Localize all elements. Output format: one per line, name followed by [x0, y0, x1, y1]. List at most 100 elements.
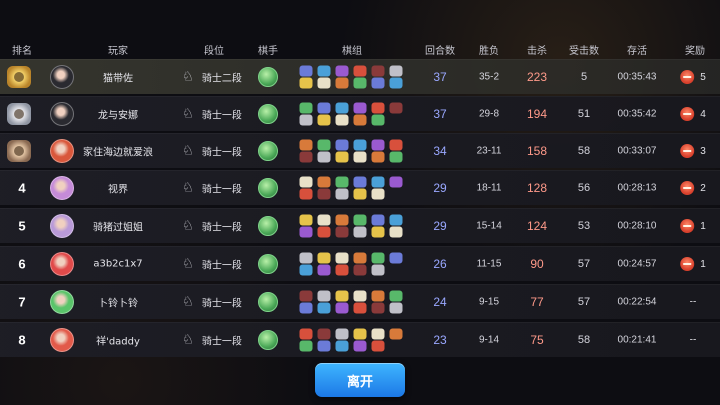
chess-piece-icon: [317, 302, 331, 314]
table-row[interactable]: 8 祥'daddy ♘ 骑士一段 23 9-14 75 58 00:21:41 …: [0, 322, 720, 357]
record-value: 11-15: [476, 258, 502, 270]
chess-piece-icon: [371, 102, 385, 114]
rounds-value: 26: [433, 257, 447, 271]
tier-label: 骑士一段: [201, 260, 242, 272]
player-name: a3b2c1x7: [93, 258, 143, 270]
player-name: 骑猪过姐姐: [93, 222, 143, 234]
chess-piece-icon: [371, 65, 385, 77]
reward-value: 4: [700, 108, 706, 120]
chess-piece-icon: [353, 214, 367, 226]
record-value: 29-8: [478, 108, 500, 120]
chess-piece-icon: [317, 340, 331, 352]
chess-piece-icon: [317, 151, 331, 163]
chess-piece-icon: [371, 290, 385, 302]
header-tier: 段位: [204, 46, 224, 57]
reward-value: 1: [700, 258, 706, 270]
chess-piece-icon: [299, 302, 313, 314]
player-name: 祥'daddy: [96, 336, 140, 348]
header-record: 胜负: [479, 46, 499, 57]
table-row[interactable]: 6 a3b2c1x7 ♘ 骑士一段 26 11-15 90 57 00:24:5…: [0, 246, 720, 281]
survival-value: 00:21:41: [617, 334, 657, 346]
damage-taken-value: 58: [577, 334, 591, 346]
chess-piece-icon: [353, 226, 367, 238]
player-name: 猫带佐: [103, 73, 133, 85]
knight-chess-icon: ♘: [182, 69, 194, 85]
chess-piece-icon: [299, 226, 313, 238]
leave-button[interactable]: 离开: [315, 363, 405, 397]
chess-piece-icon: [317, 102, 331, 114]
chess-piece-icon: [317, 114, 331, 126]
kills-value: 77: [530, 295, 544, 309]
reward-value: 5: [700, 71, 706, 83]
rank-number: 7: [18, 294, 26, 310]
table-row[interactable]: 家住海边就爱浪 ♘ 骑士一段 34 23-11 158 58 00:33:07 …: [0, 133, 720, 168]
chess-piece-icon: [317, 139, 331, 151]
avatar: [50, 176, 74, 200]
chess-piece-icon: [317, 65, 331, 77]
chess-piece-icon: [299, 139, 313, 151]
chess-piece-icon: [299, 264, 313, 276]
chess-piece-icon: [389, 102, 403, 114]
lineup-pieces: [299, 65, 405, 89]
tier-group: ♘ 骑士一段: [182, 181, 242, 196]
tier-label: 骑士一段: [201, 147, 242, 159]
survival-value: 00:35:42: [617, 108, 657, 120]
chess-piece-icon: [389, 226, 403, 238]
candy-icon: [680, 181, 695, 195]
survival-value: 00:28:10: [617, 220, 657, 232]
chess-piece-icon: [353, 102, 367, 114]
chess-piece-icon: [353, 77, 367, 89]
rounds-value: 37: [433, 107, 447, 121]
chess-piece-icon: [317, 176, 331, 188]
tier-label: 骑士一段: [201, 222, 242, 234]
reward-group: 5: [680, 70, 706, 84]
table-row[interactable]: 龙与安娜 ♘ 骑士一段 37 29-8 194 51 00:35:42 4: [0, 96, 720, 131]
chess-piece-icon: [371, 77, 385, 89]
rank-number: 8: [18, 332, 26, 348]
player-name: 视界: [108, 184, 128, 196]
avatar: [50, 290, 74, 314]
chess-piece-icon: [371, 340, 385, 352]
survival-value: 00:33:07: [617, 145, 657, 157]
avatar: [50, 328, 74, 352]
table-row[interactable]: 7 卜铃卜铃 ♘ 骑士一段 24 9-15 77 57 00:22:54 --: [0, 284, 720, 319]
header-rank: 排名: [12, 46, 32, 57]
reward-group: --: [690, 297, 697, 308]
tier-label: 骑士一段: [201, 298, 242, 310]
chess-piece-icon: [299, 176, 313, 188]
tier-group: ♘ 骑士一段: [182, 219, 242, 234]
damage-taken-value: 5: [580, 71, 588, 83]
chess-piece-icon: [335, 214, 349, 226]
damage-taken-value: 53: [577, 220, 591, 232]
chess-player-avatar: [258, 67, 278, 87]
chess-player-avatar: [258, 292, 278, 312]
table-row[interactable]: 5 骑猪过姐姐 ♘ 骑士一段 29 15-14 124 53 00:28:10 …: [0, 208, 720, 243]
kills-value: 158: [526, 144, 548, 158]
rounds-value: 34: [433, 144, 447, 158]
chess-piece-icon: [353, 65, 367, 77]
chess-piece-icon: [335, 252, 349, 264]
record-value: 9-14: [478, 334, 500, 346]
column-header: 排名 玩家 段位 棋手 棋组 回合数 胜负 击杀 受击数 存活 奖励: [0, 0, 720, 58]
header-survival: 存活: [627, 46, 647, 57]
candy-icon: [680, 257, 695, 271]
record-value: 35-2: [478, 71, 500, 83]
lineup-pieces: [299, 252, 405, 276]
damage-taken-value: 57: [577, 296, 591, 308]
reward-group: 2: [680, 181, 706, 195]
chess-player-avatar: [258, 330, 278, 350]
chess-player-avatar: [258, 178, 278, 198]
chess-piece-icon: [353, 290, 367, 302]
chess-piece-icon: [299, 114, 313, 126]
avatar: [50, 139, 74, 163]
chess-player-avatar: [258, 104, 278, 124]
survival-value: 00:35:43: [617, 71, 657, 83]
chess-piece-icon: [317, 328, 331, 340]
chess-piece-icon: [335, 114, 349, 126]
knight-chess-icon: ♘: [182, 294, 194, 310]
table-row[interactable]: 猫带佐 ♘ 骑士二段 37 35-2 223 5 00:35:43 5: [0, 59, 720, 94]
table-row[interactable]: 4 视界 ♘ 骑士一段 29 18-11 128 56 00:28:13 2: [0, 170, 720, 205]
chess-piece-icon: [353, 139, 367, 151]
chess-piece-icon: [335, 139, 349, 151]
chess-piece-icon: [335, 340, 349, 352]
